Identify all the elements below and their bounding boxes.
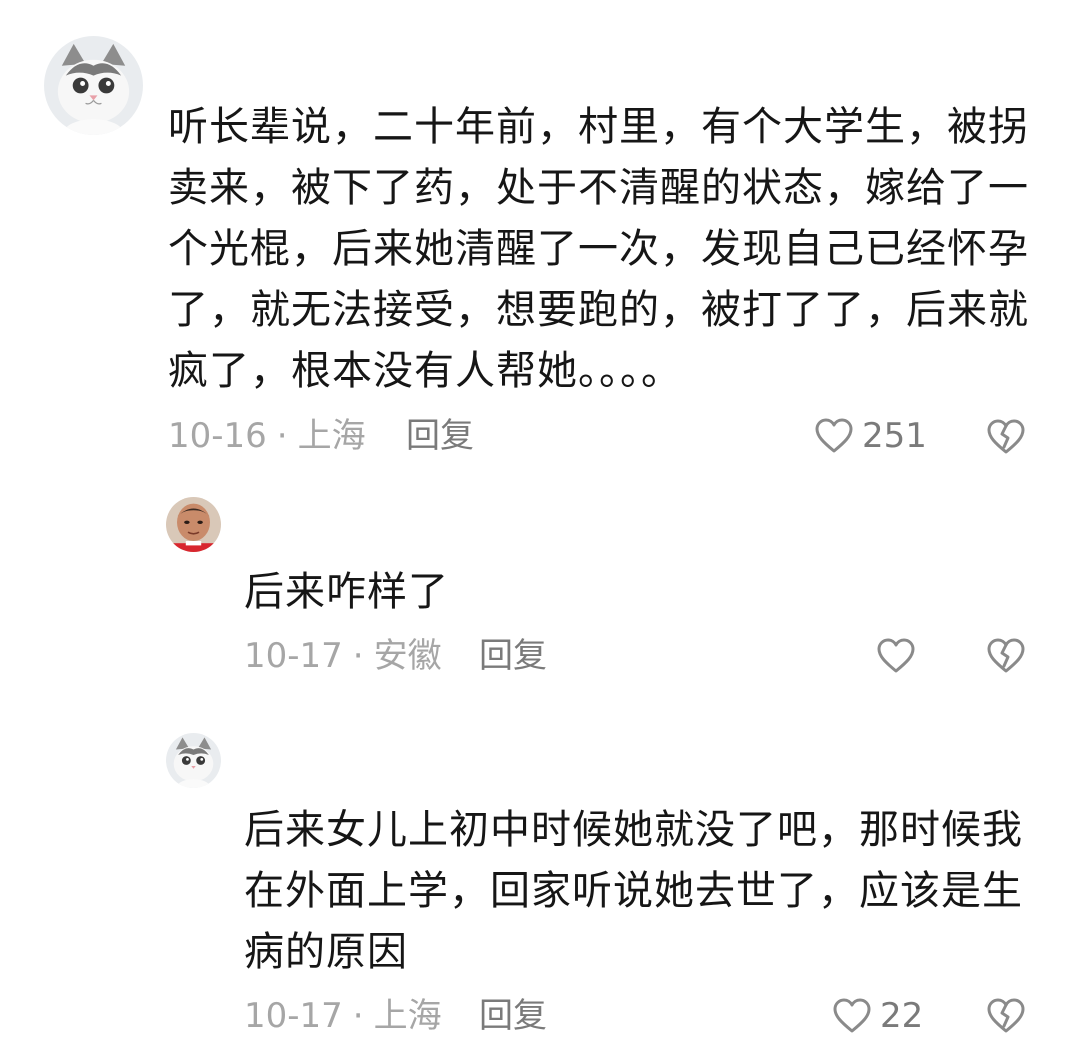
meta-separator: · — [352, 996, 364, 1036]
avatar[interactable] — [44, 36, 143, 135]
comment-location: 上海 — [373, 996, 442, 1036]
comment-location: 上海 — [297, 416, 366, 456]
meta-separator: · — [276, 416, 288, 456]
reply-button[interactable]: 回复 — [479, 994, 547, 1038]
avatar[interactable] — [166, 497, 221, 552]
comment-meta: 10-16 · 上海 — [168, 414, 366, 458]
comment-text: 后来女儿上初中时候她就没了吧，那时候我在外面上学，回家听说她去世了，应该是生病的… — [244, 807, 1023, 975]
dislike-button[interactable] — [986, 636, 1026, 676]
like-count: 22 — [880, 996, 924, 1036]
broken-heart-icon — [987, 419, 1025, 454]
meta-separator: · — [352, 636, 364, 676]
comment-date: 10-17 — [244, 996, 343, 1036]
comment-date: 10-17 — [244, 636, 343, 676]
comment-text: 听长辈说，二十年前，村里，有个大学生，被拐卖来，被下了药，处于不清醒的状态，嫁给… — [168, 104, 1029, 394]
dislike-button[interactable] — [986, 417, 1026, 457]
comment-date: 10-16 — [168, 416, 267, 456]
avatar[interactable] — [166, 733, 221, 788]
like-button[interactable]: 22 — [832, 994, 923, 1038]
reply-button[interactable]: 回复 — [406, 414, 474, 458]
like-count: 251 — [862, 416, 927, 456]
reply-button[interactable]: 回复 — [479, 634, 547, 678]
cat-avatar-icon — [44, 36, 143, 135]
heart-outline-icon — [877, 638, 915, 673]
comment-meta: 10-17 · 安徽 — [244, 634, 442, 678]
comment-location: 安徽 — [373, 636, 442, 676]
broken-heart-icon — [987, 998, 1025, 1033]
comment-text: 后来咋样了 — [244, 569, 449, 615]
person-avatar-icon — [166, 497, 221, 552]
cat-avatar-icon — [166, 733, 221, 788]
dislike-button[interactable] — [986, 996, 1026, 1036]
like-button[interactable] — [876, 634, 924, 678]
heart-outline-icon — [815, 418, 853, 453]
like-button[interactable]: 251 — [814, 414, 927, 458]
heart-outline-icon — [833, 998, 871, 1033]
comment-meta: 10-17 · 上海 — [244, 994, 442, 1038]
broken-heart-icon — [987, 638, 1025, 673]
